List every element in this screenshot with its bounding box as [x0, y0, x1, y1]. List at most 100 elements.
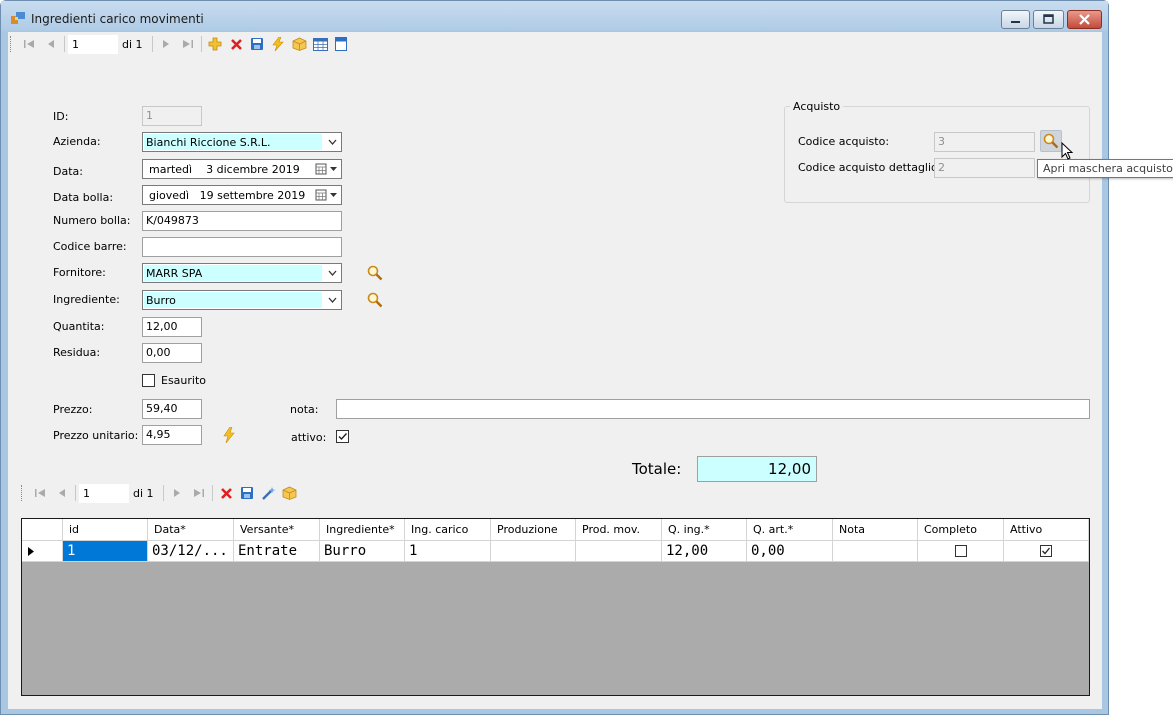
cell-produzione[interactable] [491, 541, 576, 562]
cell-completo[interactable] [918, 541, 1004, 562]
lightning-icon[interactable] [218, 424, 240, 446]
residua-label: Residua: [53, 346, 101, 359]
totale-label: Totale: [632, 460, 682, 478]
codice-acquisto-dettaglio-label: Codice acquisto dettaglio: [798, 161, 942, 174]
delete-icon[interactable] [216, 483, 237, 503]
cell-q-art[interactable]: 0,00 [747, 541, 833, 562]
numero-bolla-label: Numero bolla: [53, 214, 131, 227]
toolbar-separator [162, 485, 164, 501]
cell-prod-mov[interactable] [576, 541, 662, 562]
table-icon[interactable] [310, 34, 331, 54]
move-next-icon[interactable] [156, 34, 177, 54]
box-icon[interactable] [289, 34, 310, 54]
quantita-field[interactable]: 12,00 [142, 317, 202, 337]
chevron-down-icon[interactable] [323, 291, 341, 309]
column-header[interactable]: Nota [833, 519, 918, 540]
cell-versante[interactable]: Entrate [234, 541, 320, 562]
maximize-button[interactable] [1033, 10, 1064, 29]
column-header[interactable]: Produzione [491, 519, 576, 540]
column-header[interactable]: Ingrediente* [320, 519, 405, 540]
lightning-icon[interactable] [268, 34, 289, 54]
detail-navigator: di 1 [21, 481, 300, 505]
prezzo-field[interactable]: 59,40 [142, 399, 202, 419]
row-selector-icon[interactable] [22, 541, 63, 562]
chevron-down-icon[interactable] [323, 133, 341, 151]
open-acquisto-button[interactable] [1040, 130, 1062, 152]
calendar-icon[interactable] [314, 161, 340, 177]
completo-checkbox[interactable] [954, 545, 967, 557]
nota-field[interactable] [336, 399, 1090, 419]
esaurito-checkbox[interactable] [142, 374, 155, 387]
chevron-down-icon[interactable] [323, 264, 341, 282]
row-header-corner [22, 519, 63, 540]
maximize-icon [1043, 14, 1054, 24]
app-window: Ingredienti carico movimenti di 1 [0, 0, 1173, 715]
calendar-icon[interactable] [314, 187, 340, 203]
cell-attivo[interactable] [1004, 541, 1089, 562]
data-bolla-picker[interactable]: giovedì 19 settembre 2019 [142, 185, 342, 205]
detail-position-input[interactable] [79, 483, 129, 503]
codice-barre-field[interactable] [142, 237, 342, 257]
search-fornitore-icon[interactable] [364, 262, 386, 284]
cell-nota[interactable] [833, 541, 918, 562]
cell-id[interactable]: 1 [63, 541, 148, 562]
attivo-grid-checkbox[interactable] [1040, 545, 1052, 557]
codice-barre-label: Codice barre: [53, 240, 127, 253]
form-client-area: di 1 ID: 1 Azienda: Bianchi Riccione S.R… [8, 32, 1173, 709]
column-header[interactable]: Prod. mov. [576, 519, 662, 540]
detail-grid[interactable]: id Data* Versante* Ingrediente* Ing. car… [21, 518, 1090, 696]
document-icon[interactable] [331, 34, 352, 54]
save-icon[interactable] [237, 483, 258, 503]
minimize-button[interactable] [1001, 10, 1030, 29]
move-last-icon[interactable] [177, 34, 198, 54]
column-header[interactable]: Ing. carico [405, 519, 491, 540]
title-bar[interactable]: Ingredienti carico movimenti [1, 1, 1108, 31]
numero-bolla-field[interactable]: K/049873 [142, 211, 342, 231]
data-picker[interactable]: martedì 3 dicembre 2019 [142, 159, 342, 179]
column-header[interactable]: Attivo [1004, 519, 1089, 540]
data-bolla-day: giovedì [149, 189, 190, 202]
column-header[interactable]: Data* [148, 519, 234, 540]
move-last-icon[interactable] [188, 483, 209, 503]
prezzo-unitario-field[interactable]: 4,95 [142, 425, 202, 445]
cell-q-ing[interactable]: 12,00 [662, 541, 747, 562]
wand-icon[interactable] [258, 483, 279, 503]
delete-icon[interactable] [226, 34, 247, 54]
column-header[interactable]: Versante* [234, 519, 320, 540]
prezzo-label: Prezzo: [53, 403, 93, 416]
move-next-icon[interactable] [167, 483, 188, 503]
cell-ing-carico[interactable]: 1 [405, 541, 491, 562]
box-icon[interactable] [279, 483, 300, 503]
column-header[interactable]: id [63, 519, 148, 540]
column-header[interactable]: Q. art.* [747, 519, 833, 540]
search-icon [1043, 133, 1059, 149]
move-first-icon[interactable] [30, 483, 51, 503]
cell-ingrediente[interactable]: Burro [320, 541, 405, 562]
column-header[interactable]: Q. ing.* [662, 519, 747, 540]
data-value: 3 dicembre 2019 [206, 163, 300, 176]
azienda-value: Bianchi Riccione S.R.L. [144, 134, 322, 150]
save-icon[interactable] [247, 34, 268, 54]
ingrediente-combo[interactable]: Burro [142, 290, 342, 310]
attivo-checkbox[interactable] [336, 430, 349, 443]
acquisto-group-title: Acquisto [790, 100, 844, 113]
mouse-cursor-icon [1061, 142, 1074, 160]
azienda-combo[interactable]: Bianchi Riccione S.R.L. [142, 132, 342, 152]
main-navigator: di 1 [10, 32, 352, 56]
position-input[interactable] [68, 34, 118, 54]
move-first-icon[interactable] [19, 34, 40, 54]
fornitore-combo[interactable]: MARR SPA [142, 263, 342, 283]
residua-field[interactable]: 0,00 [142, 343, 202, 363]
column-header[interactable]: Completo [918, 519, 1004, 540]
data-bolla-value: 19 settembre 2019 [199, 189, 306, 202]
search-ingrediente-icon[interactable] [364, 289, 386, 311]
toolbar-separator [211, 485, 213, 501]
close-button[interactable] [1067, 10, 1102, 29]
id-label: ID: [53, 110, 69, 123]
quantita-label: Quantita: [53, 320, 105, 333]
cell-data[interactable]: 03/12/... [148, 541, 234, 562]
add-icon[interactable] [205, 34, 226, 54]
move-previous-icon[interactable] [40, 34, 61, 54]
move-previous-icon[interactable] [51, 483, 72, 503]
table-row[interactable]: 1 03/12/... Entrate Burro 1 12,00 0,00 [22, 541, 1089, 562]
